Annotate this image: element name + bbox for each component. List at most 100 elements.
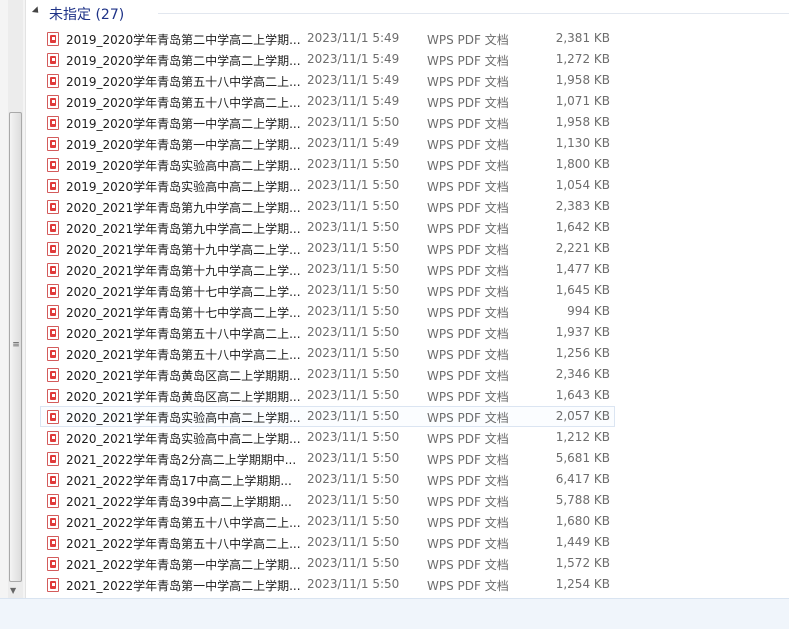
file-type: WPS PDF 文档	[427, 558, 509, 572]
file-size: 1,212 KB	[555, 430, 610, 444]
file-name: 2021_2022学年青岛2分高二上学期期中...	[66, 453, 297, 467]
file-row[interactable]: 2019_2020学年青岛实验高中高二上学期... 2023/11/1 5:50 W…	[40, 175, 615, 196]
file-date: 2023/11/1 5:50	[307, 262, 400, 276]
file-name: 2021_2022学年青岛第一中学高二上学期...	[66, 579, 301, 593]
pdf-file-icon	[47, 158, 59, 172]
pdf-file-icon	[47, 242, 59, 256]
file-type: WPS PDF 文档	[427, 222, 509, 236]
pdf-file-icon	[47, 494, 59, 508]
pdf-file-icon	[47, 95, 59, 109]
file-row[interactable]: 2019_2020学年青岛第一中学高二上学期... 2023/11/1 5:49 W…	[40, 133, 615, 154]
file-row[interactable]: 2020_2021学年青岛第九中学高二上学期... 2023/11/1 5:50 W…	[40, 196, 615, 217]
file-size: 1,054 KB	[555, 178, 610, 192]
file-date: 2023/11/1 5:50	[307, 241, 400, 255]
file-type: WPS PDF 文档	[427, 264, 509, 278]
vertical-scrollbar[interactable]: ≡ ▼	[0, 0, 26, 598]
collapse-triangle-icon[interactable]	[31, 6, 42, 16]
file-type: WPS PDF 文档	[427, 117, 509, 131]
file-date: 2023/11/1 5:49	[307, 94, 400, 108]
file-size: 1,449 KB	[555, 535, 610, 549]
file-date: 2023/11/1 5:50	[307, 220, 400, 234]
file-type: WPS PDF 文档	[427, 138, 509, 152]
group-title: 未指定 (27)	[49, 7, 125, 23]
file-row[interactable]: 2020_2021学年青岛实验高中高二上学期... 2023/11/1 5:50 W…	[40, 427, 615, 448]
file-row[interactable]: 2019_2020学年青岛第二中学高二上学期... 2023/11/1 5:49 W…	[40, 49, 615, 70]
file-row[interactable]: 2021_2022学年青岛第一中学高二上学期... 2023/11/1 5:50 W…	[40, 553, 615, 574]
file-type: WPS PDF 文档	[427, 75, 509, 89]
file-row[interactable]: 2019_2020学年青岛实验高中高二上学期... 2023/11/1 5:50 W…	[40, 154, 615, 175]
file-row[interactable]: 2019_2020学年青岛第二中学高二上学期... 2023/11/1 5:49 W…	[40, 28, 615, 49]
file-name: 2020_2021学年青岛第十七中学高二上学...	[66, 285, 301, 299]
file-row[interactable]: 2019_2020学年青岛第五十八中学高二上... 2023/11/1 5:49 W…	[40, 70, 615, 91]
file-row[interactable]: 2021_2022学年青岛第五十八中学高二上... 2023/11/1 5:50 W…	[40, 511, 615, 532]
file-size: 1,572 KB	[555, 556, 610, 570]
file-date: 2023/11/1 5:50	[307, 325, 400, 339]
file-type: WPS PDF 文档	[427, 96, 509, 110]
file-type: WPS PDF 文档	[427, 369, 509, 383]
file-size: 1,680 KB	[555, 514, 610, 528]
file-name: 2019_2020学年青岛第五十八中学高二上...	[66, 96, 301, 110]
file-type: WPS PDF 文档	[427, 201, 509, 215]
file-row[interactable]: 2020_2021学年青岛第十七中学高二上学... 2023/11/1 5:50 W…	[40, 301, 615, 322]
file-size: 2,383 KB	[555, 199, 610, 213]
file-row[interactable]: 2021_2022学年青岛第一中学高二上学期... 2023/11/1 5:50 W…	[40, 574, 615, 595]
file-date: 2023/11/1 5:50	[307, 346, 400, 360]
file-name: 2019_2020学年青岛第一中学高二上学期...	[66, 117, 301, 131]
file-size: 2,381 KB	[555, 31, 610, 45]
pdf-file-icon	[47, 305, 59, 319]
file-size: 1,958 KB	[555, 115, 610, 129]
pdf-file-icon	[47, 326, 59, 340]
scrollbar-grip-icon: ≡	[12, 340, 20, 350]
file-row[interactable]: 2020_2021学年青岛第五十八中学高二上... 2023/11/1 5:50 W…	[40, 343, 615, 364]
file-date: 2023/11/1 5:50	[307, 430, 400, 444]
pdf-file-icon	[47, 452, 59, 466]
file-name: 2021_2022学年青岛第五十八中学高二上...	[66, 516, 301, 530]
file-size: 1,256 KB	[555, 346, 610, 360]
pdf-file-icon	[47, 200, 59, 214]
file-name: 2020_2021学年青岛实验高中高二上学期...	[66, 432, 301, 446]
file-size: 1,800 KB	[555, 157, 610, 171]
file-date: 2023/11/1 5:50	[307, 283, 400, 297]
file-date: 2023/11/1 5:49	[307, 136, 400, 150]
file-row[interactable]: 2019_2020学年青岛第五十八中学高二上... 2023/11/1 5:49 W…	[40, 91, 615, 112]
group-header[interactable]: 未指定 (27)	[26, 0, 789, 26]
file-date: 2023/11/1 5:50	[307, 199, 400, 213]
file-type: WPS PDF 文档	[427, 306, 509, 320]
file-row[interactable]: 2020_2021学年青岛实验高中高二上学期... 2023/11/1 5:50 W…	[40, 406, 615, 427]
pdf-file-icon	[47, 578, 59, 592]
file-size: 6,417 KB	[555, 472, 610, 486]
file-size: 1,254 KB	[555, 577, 610, 591]
file-type: WPS PDF 文档	[427, 474, 509, 488]
file-date: 2023/11/1 5:50	[307, 577, 400, 591]
file-date: 2023/11/1 5:49	[307, 73, 400, 87]
file-type: WPS PDF 文档	[427, 327, 509, 341]
pdf-file-icon	[47, 263, 59, 277]
file-row[interactable]: 2020_2021学年青岛第十九中学高二上学... 2023/11/1 5:50 W…	[40, 259, 615, 280]
file-row[interactable]: 2020_2021学年青岛第九中学高二上学期... 2023/11/1 5:50 W…	[40, 217, 615, 238]
file-name: 2020_2021学年青岛第十七中学高二上学...	[66, 306, 301, 320]
file-row[interactable]: 2021_2022学年青岛2分高二上学期期中... 2023/11/1 5:50 W…	[40, 448, 615, 469]
file-name: 2020_2021学年青岛第五十八中学高二上...	[66, 327, 301, 341]
file-type: WPS PDF 文档	[427, 285, 509, 299]
file-type: WPS PDF 文档	[427, 180, 509, 194]
scroll-down-arrow-icon[interactable]: ▼	[10, 586, 16, 595]
file-name: 2020_2021学年青岛第五十八中学高二上...	[66, 348, 301, 362]
file-size: 1,645 KB	[555, 283, 610, 297]
file-size: 2,346 KB	[555, 367, 610, 381]
file-row[interactable]: 2020_2021学年青岛黄岛区高二上学期期... 2023/11/1 5:50 W…	[40, 385, 615, 406]
file-row[interactable]: 2020_2021学年青岛第五十八中学高二上... 2023/11/1 5:50 W…	[40, 322, 615, 343]
file-type: WPS PDF 文档	[427, 516, 509, 530]
file-row[interactable]: 2020_2021学年青岛第十九中学高二上学... 2023/11/1 5:50 W…	[40, 238, 615, 259]
file-row[interactable]: 2020_2021学年青岛黄岛区高二上学期期... 2023/11/1 5:50 W…	[40, 364, 615, 385]
file-size: 1,272 KB	[555, 52, 610, 66]
pdf-file-icon	[47, 137, 59, 151]
file-size: 1,642 KB	[555, 220, 610, 234]
pdf-file-icon	[47, 557, 59, 571]
file-row[interactable]: 2020_2021学年青岛第十七中学高二上学... 2023/11/1 5:50 W…	[40, 280, 615, 301]
file-row[interactable]: 2021_2022学年青岛第五十八中学高二上... 2023/11/1 5:50 W…	[40, 532, 615, 553]
file-size: 1,477 KB	[555, 262, 610, 276]
file-row[interactable]: 2021_2022学年青岛39中高二上学期期... 2023/11/1 5:50 W…	[40, 490, 615, 511]
file-size: 1,071 KB	[555, 94, 610, 108]
file-row[interactable]: 2019_2020学年青岛第一中学高二上学期... 2023/11/1 5:50 W…	[40, 112, 615, 133]
file-row[interactable]: 2021_2022学年青岛17中高二上学期期... 2023/11/1 5:50 W…	[40, 469, 615, 490]
